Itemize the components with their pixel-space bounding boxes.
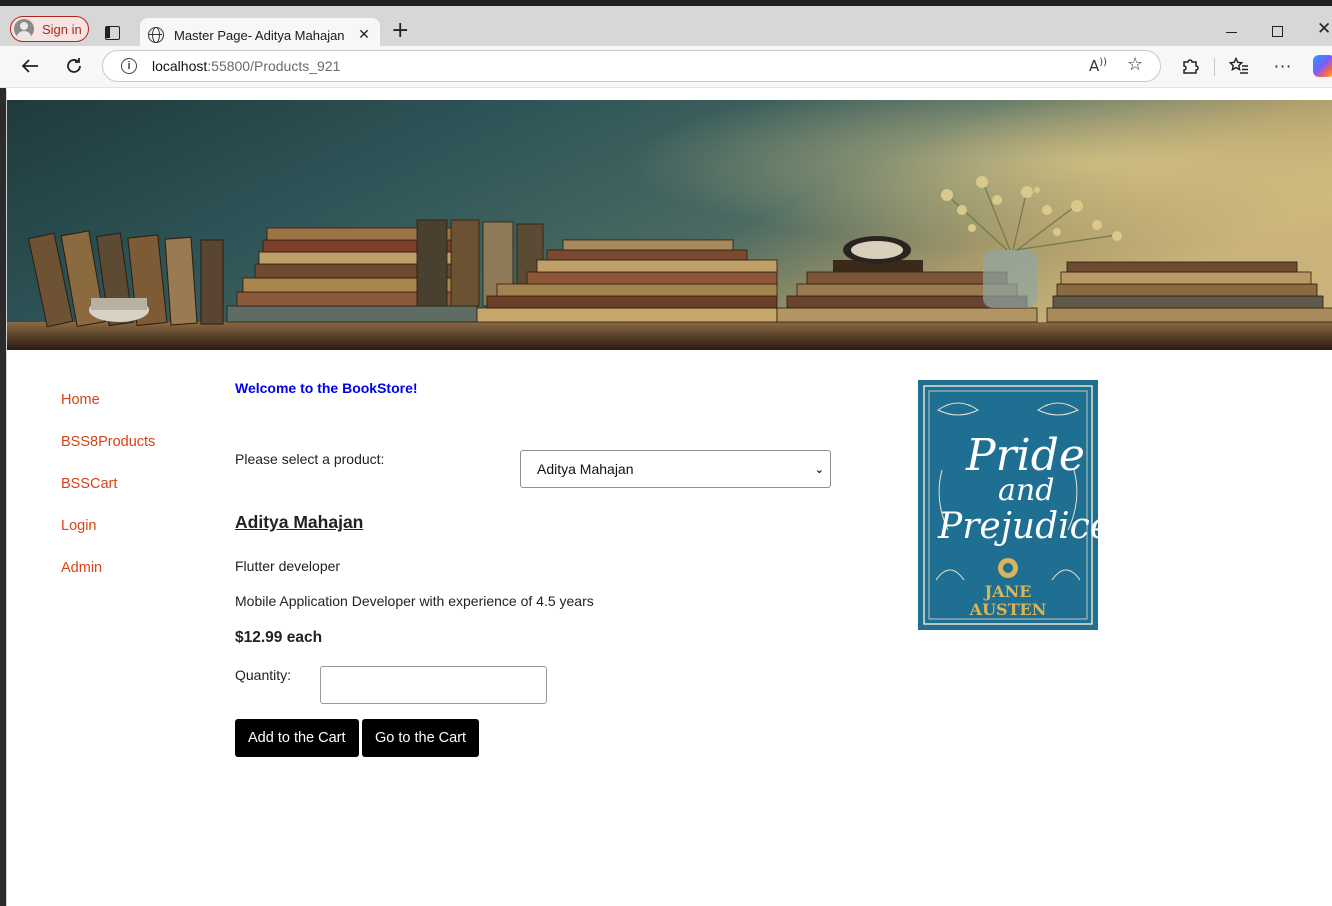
favorites-button[interactable] [1227,54,1251,78]
sidebar-nav: Home BSS8Products BSSCart Login Admin [61,390,155,600]
reload-button[interactable] [62,54,86,78]
product-select-label: Please select a product: [235,451,385,467]
go-to-cart-button[interactable]: Go to the Cart [362,719,480,757]
product-short-description: Flutter developer [235,558,341,574]
welcome-message: Welcome to the BookStore! [235,380,418,396]
cover-author-line2: AUSTEN [969,600,1047,619]
maximize-icon[interactable] [1272,26,1283,37]
nav-link-login[interactable]: Login [61,516,155,558]
minimize-icon[interactable] [1226,32,1237,34]
back-button[interactable] [18,54,42,78]
toolbar-divider [1214,58,1215,76]
profile-label: Sign in [42,21,82,37]
cover-author-line1: JANE [983,582,1032,601]
product-long-description: Mobile Application Developer with experi… [235,593,594,609]
tab-actions-icon[interactable] [105,26,120,40]
browser-toolbar: i localhost:55800/Products_921 A)) ☆ ··· [0,46,1332,88]
profile-avatar-icon [14,19,34,39]
nav-link-home[interactable]: Home [61,390,155,432]
favorites-list-icon [1229,57,1248,74]
nav-link-bss8products[interactable]: BSS8Products [61,432,155,474]
nav-link-admin[interactable]: Admin [61,558,155,600]
nav-link-bsscart[interactable]: BSSCart [61,474,155,516]
puzzle-icon [1183,59,1199,74]
url-text: localhost:55800/Products_921 [152,58,341,74]
header-banner-image [7,100,1332,350]
cover-title-line2: and [998,473,1054,508]
more-menu-icon[interactable]: ··· [1271,54,1295,78]
quantity-label: Quantity: [235,667,292,683]
add-to-cart-button[interactable]: Add to the Cart [235,719,359,757]
profile-button[interactable]: Sign in [10,16,89,42]
cover-title-line3: Prejudice [937,506,1098,547]
close-tab-icon[interactable]: ✕ [352,27,376,43]
globe-icon [148,27,164,43]
product-name: Aditya Mahajan [235,512,364,532]
reload-icon [67,58,81,73]
quantity-input[interactable] [320,666,547,704]
tab-strip: Sign in Master Page- Aditya Mahajan ✕ + … [0,6,1332,52]
read-aloud-icon[interactable]: A)) [1089,57,1107,75]
extensions-button[interactable] [1178,54,1202,78]
favorite-star-icon[interactable]: ☆ [1127,54,1143,75]
site-info-icon[interactable]: i [121,58,137,74]
chevron-down-icon: ⌄ [814,462,824,476]
product-dropdown-value: Aditya Mahajan [537,461,634,477]
product-dropdown[interactable]: Aditya Mahajan ⌄ [520,450,831,488]
window-close-icon[interactable]: ✕ [1317,19,1331,39]
tab-title: Master Page- Aditya Mahajan [174,27,345,43]
product-cover-image: Pride and Prejudice JANE AUSTEN [918,380,1098,630]
address-bar[interactable]: i localhost:55800/Products_921 A)) ☆ [102,50,1161,82]
back-arrow-icon [21,59,38,73]
product-price: $12.99 each [235,629,323,646]
new-tab-button[interactable]: + [391,20,409,42]
copilot-icon[interactable] [1313,55,1332,77]
page-viewport: Home BSS8Products BSSCart Login Admin We… [6,90,1332,906]
